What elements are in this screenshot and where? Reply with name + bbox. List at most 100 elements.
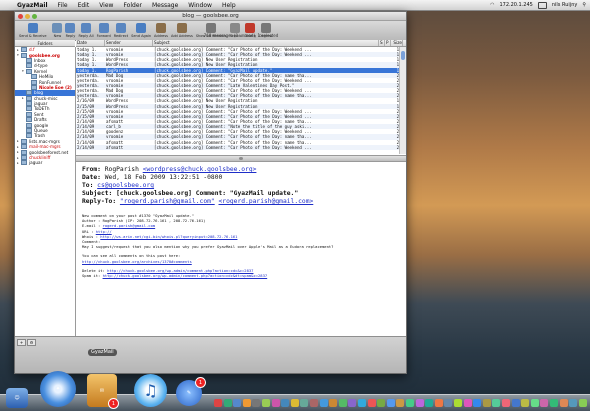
toolbar: Send & Receive New Reply Reply All Forward Re… — [15, 21, 406, 41]
to-email-link[interactable]: cs@goolsbee.org — [97, 182, 154, 189]
dock-app-icon[interactable] — [233, 399, 242, 407]
menu-message[interactable]: Message — [147, 2, 183, 9]
folder-item[interactable]: ▸ goolsbeeforest.net — [15, 149, 75, 155]
folder-sidebar: ▸ d.f ▾ goolsbee.org Inbox d-type ▾ Kernel HeMil… — [15, 47, 76, 336]
menu-view[interactable]: View — [94, 2, 118, 9]
wifi-icon[interactable]: ◠ — [490, 2, 494, 8]
message-list-scrollbar[interactable] — [399, 47, 406, 154]
dock-app-icon[interactable] — [223, 399, 232, 407]
folder-icon — [26, 57, 32, 63]
dock-app-icon[interactable] — [463, 399, 472, 407]
message-row[interactable]: 2/14/09 afsmatt [chuck.goolsbee.org] Comme… — [76, 144, 406, 150]
dock-app-icon[interactable] — [502, 399, 510, 407]
message-preview: From: RogParish <wordpress@chuck.goolsbe… — [76, 162, 406, 336]
dock-app-icon[interactable] — [578, 399, 587, 407]
dock-app-icon[interactable] — [386, 399, 395, 407]
dock-app-icon[interactable] — [434, 399, 443, 407]
user-name[interactable]: nils Ruijny — [552, 2, 577, 8]
dock-app-icon[interactable] — [338, 399, 347, 407]
from-email-link[interactable]: <wordpress@chuck.goolsbee.org> — [143, 166, 257, 173]
folder-label: HeMilo — [39, 74, 54, 80]
menu-window[interactable]: Window — [183, 2, 217, 9]
dock-app-icon[interactable] — [252, 399, 261, 407]
message-cell-subject: [chuck.goolsbee.org] Comment: "Car Photo… — [154, 144, 312, 150]
dock-app-icon[interactable] — [521, 399, 530, 407]
splitter-grip-icon[interactable] — [239, 157, 243, 160]
menu-folder[interactable]: Folder — [118, 2, 147, 9]
ip-address[interactable]: 172.20.1.245 — [499, 2, 532, 8]
dock-app-icon[interactable] — [540, 399, 549, 407]
dock-app-icon[interactable] — [358, 399, 366, 407]
toolbar-button[interactable]: Send & Receive — [19, 21, 46, 38]
finder-icon[interactable]: ☺ — [6, 388, 28, 408]
menu-app[interactable]: GyazMail — [12, 2, 53, 9]
from-line: From: RogParish <wordpress@chuck.goolsbe… — [82, 166, 257, 173]
dock-app-icon[interactable] — [377, 399, 386, 407]
dock-app-icon[interactable] — [454, 399, 462, 407]
dock-app-icon[interactable] — [281, 399, 290, 407]
spotlight-icon[interactable]: ⚲ — [582, 2, 586, 8]
pane-splitter[interactable] — [76, 155, 406, 162]
scrollbar-thumb[interactable] — [401, 51, 405, 60]
dock-app-icon[interactable] — [406, 399, 414, 407]
column-size[interactable]: Size — [391, 40, 403, 46]
reply-to-link[interactable]: "rogerd.parish@gmail.com" — [120, 198, 215, 205]
safari-icon[interactable]: ✦ — [40, 371, 76, 407]
dock-app-icon[interactable] — [396, 399, 405, 407]
dock-app-icon[interactable] — [492, 399, 501, 407]
column-date[interactable]: Date — [76, 40, 105, 46]
ichat-badge: 1 — [195, 377, 206, 388]
itunes-icon[interactable]: ♫ — [134, 374, 167, 407]
dock-app-icon[interactable] — [482, 399, 491, 407]
dock-app-icon[interactable] — [444, 399, 453, 407]
title-bar[interactable]: blog — goolsbee.org — [15, 12, 406, 21]
whois-link[interactable]: http://ws.arin.net/cgi-bin/whois.pl?quer… — [100, 234, 237, 239]
battery-icon[interactable] — [537, 1, 547, 9]
folder-icon — [26, 133, 32, 139]
menu-help[interactable]: Help — [217, 2, 241, 9]
dock-app-icon[interactable] — [473, 399, 482, 407]
reply-to-email-link[interactable]: <rogerd.parish@gmail.com> — [219, 198, 314, 205]
window-bottom-bar: + ⚙ — [15, 336, 406, 373]
add-address-icon — [176, 23, 187, 33]
folder-icon — [21, 52, 27, 58]
folder-label: Trash — [34, 133, 46, 139]
dock-app-icon[interactable] — [559, 399, 568, 407]
dock-app-icon[interactable] — [290, 399, 299, 407]
toolbar-button[interactable]: New — [52, 21, 63, 38]
folder-icon — [26, 106, 32, 112]
dock-app-icon[interactable] — [530, 399, 539, 407]
dock-app-icon[interactable] — [329, 399, 338, 407]
toolbar-button[interactable]: Reply — [65, 21, 76, 38]
menu-edit[interactable]: Edit — [73, 2, 95, 9]
dock-app-icon[interactable] — [214, 399, 222, 407]
delete-icon — [245, 23, 256, 33]
dock-app-icon[interactable] — [550, 399, 558, 407]
folder-label: google — [34, 122, 49, 128]
folder-item[interactable]: ▸ jaguar — [15, 160, 75, 166]
dock-app-icon[interactable] — [242, 399, 251, 407]
add-folder-icon[interactable]: + — [17, 339, 26, 346]
menu-file[interactable]: File — [53, 2, 73, 9]
folder-action-icon[interactable]: ⚙ — [27, 339, 36, 346]
dock-app-icon[interactable] — [415, 399, 424, 407]
dock-app-icon[interactable] — [271, 399, 280, 407]
folder-label: chuckliniff — [29, 155, 51, 160]
column-subject[interactable]: Subject — [153, 40, 379, 46]
comments-link[interactable]: http://chuck.goolsbee.org/archives/1370#… — [82, 259, 400, 264]
dock-app-icon[interactable] — [367, 399, 376, 407]
dock-app-icon[interactable] — [319, 399, 328, 407]
dock-app-icon[interactable] — [310, 399, 318, 407]
dock-app-icon[interactable] — [425, 399, 434, 407]
column-sender[interactable]: Sender — [105, 40, 153, 46]
dock-app-icon[interactable] — [511, 399, 520, 407]
dock-app-icon[interactable] — [569, 399, 578, 407]
folder-icon — [21, 155, 27, 160]
dock-app-icon[interactable] — [300, 399, 309, 407]
dock-app-icon[interactable] — [348, 399, 357, 407]
spam-comment-link[interactable]: http://chuck.goolsbee.org/wp-admin/comme… — [103, 273, 268, 278]
headers-icon — [206, 23, 217, 33]
message-cell-sender: afsmatt — [106, 144, 124, 150]
dock-app-icon[interactable] — [262, 399, 270, 407]
address-book-icon — [156, 23, 167, 33]
